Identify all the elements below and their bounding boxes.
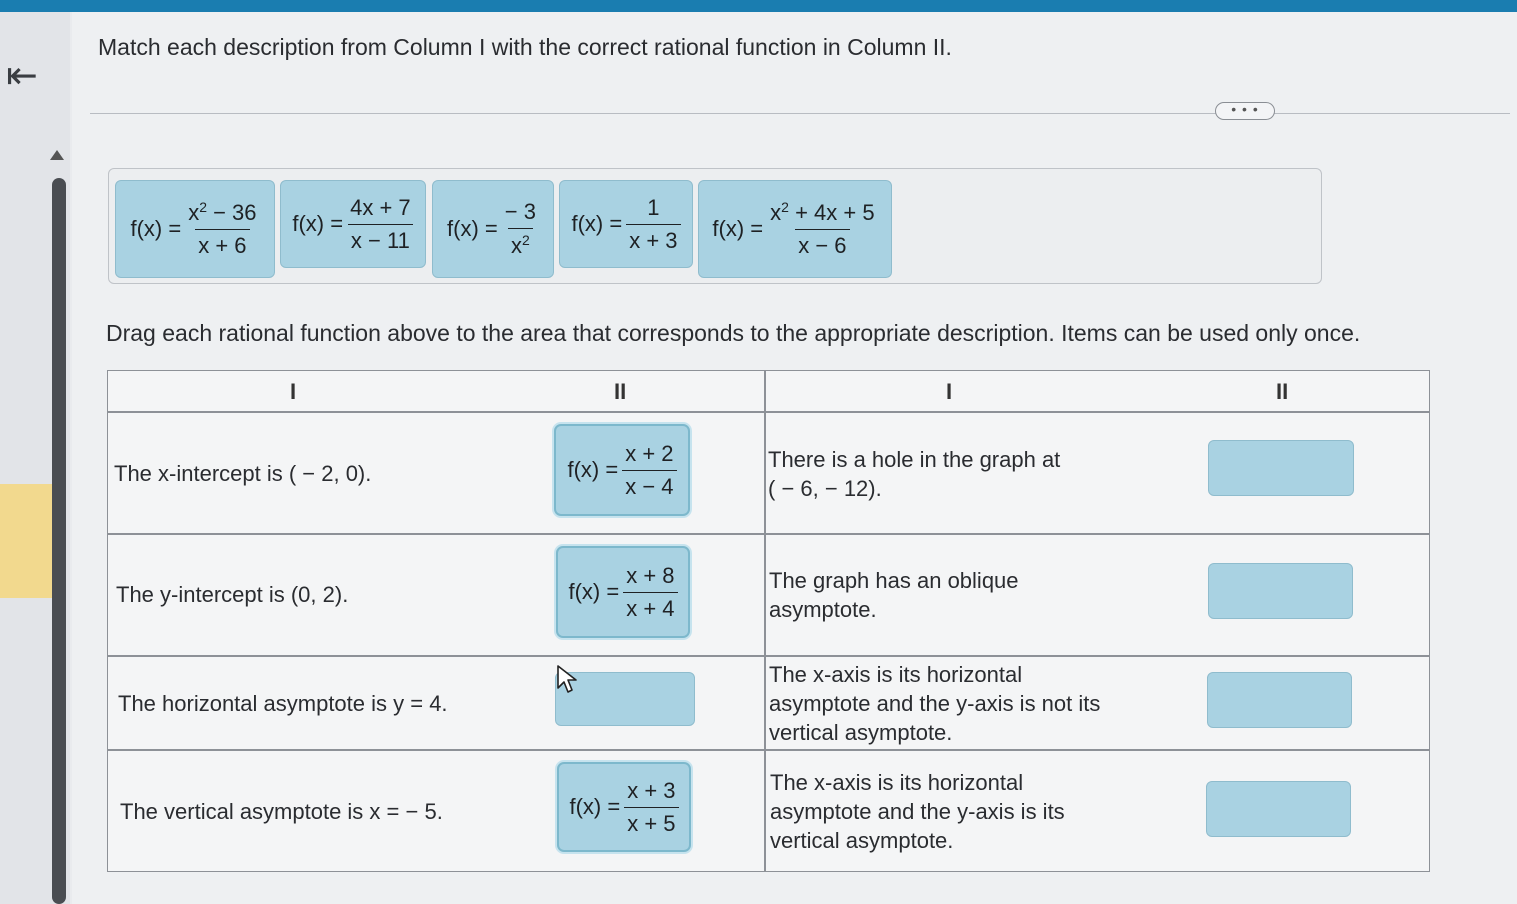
numerator: − 3 <box>504 199 536 224</box>
description-left: The y-intercept is (0, 2). <box>116 582 349 607</box>
function-tile[interactable]: f(x) = 4x + 7 x − 11 <box>280 180 426 268</box>
divider <box>90 113 1510 114</box>
description-line: vertical asymptote. <box>770 828 954 853</box>
function-lhs: f(x) = <box>567 457 619 482</box>
answer-tile[interactable]: f(x) = x + 3 x + 5 <box>557 762 691 852</box>
function-lhs: f(x) = <box>292 211 344 236</box>
function-tile[interactable]: f(x) = 1 x + 3 <box>559 180 693 268</box>
column-divider <box>764 371 766 871</box>
denominator: x + 4 <box>623 591 678 622</box>
function-tile[interactable]: f(x) = x2 − 36 x + 6 <box>115 180 275 278</box>
row-divider <box>108 533 1429 535</box>
exponent: 2 <box>781 199 789 215</box>
drop-zone[interactable] <box>1207 672 1352 728</box>
drop-zone[interactable] <box>1206 781 1351 837</box>
function-tile[interactable]: f(x) = x2 + 4x + 5 x − 6 <box>698 180 892 278</box>
fraction: x2 − 36 x + 6 <box>185 199 259 259</box>
exponent: 2 <box>199 199 207 215</box>
numerator: x2 + 4x + 5 <box>767 199 877 229</box>
description-line: The graph has an oblique <box>769 568 1019 593</box>
header-divider <box>108 411 1429 413</box>
denominator: x2 <box>507 228 533 259</box>
numerator-rest: − 36 <box>206 200 257 225</box>
description-line: asymptote and the y-axis is its <box>770 799 1065 824</box>
side-tab[interactable] <box>0 484 52 598</box>
numerator-base: x <box>770 200 782 225</box>
question-text: Match each description from Column I wit… <box>98 34 952 60</box>
row-divider <box>108 749 1429 751</box>
description-line: There is a hole in the graph at <box>768 447 1061 472</box>
description-left: The horizontal asymptote is y = 4. <box>118 691 448 716</box>
numerator: x + 3 <box>627 777 676 803</box>
row-divider <box>108 655 1429 657</box>
drop-zone[interactable] <box>1208 440 1354 496</box>
denominator: x + 6 <box>195 229 250 259</box>
fraction: − 3 x2 <box>502 199 539 259</box>
description-right: There is a hole in the graph at ( − 6, −… <box>768 445 1060 503</box>
numerator: 4x + 7 <box>350 194 411 220</box>
fraction: x + 3 x + 5 <box>624 777 679 837</box>
instruction-text: Drag each rational function above to the… <box>106 320 1361 346</box>
description-line: The x-axis is its horizontal <box>770 770 1024 795</box>
scroll-up-icon[interactable] <box>50 150 64 160</box>
answer-tile[interactable]: f(x) = x + 2 x − 4 <box>554 424 690 516</box>
top-bar <box>0 0 1517 12</box>
function-lhs: f(x) = <box>571 211 623 236</box>
fraction: x2 + 4x + 5 x − 6 <box>767 199 877 259</box>
function-lhs: f(x) = <box>712 216 764 241</box>
numerator: x + 8 <box>626 562 675 588</box>
numerator: x2 − 36 <box>185 199 259 229</box>
numerator: x + 2 <box>625 440 674 466</box>
description-right: The graph has an oblique asymptote. <box>769 566 1019 624</box>
denominator: x − 4 <box>622 469 677 500</box>
description-line: vertical asymptote. <box>769 720 953 745</box>
description-line: The x-axis is its horizontal <box>769 662 1023 687</box>
column-header-i: I <box>290 379 297 404</box>
description-line: asymptote. <box>769 597 877 622</box>
exponent: 2 <box>521 232 530 248</box>
answer-tile[interactable]: f(x) = x + 8 x + 4 <box>556 546 690 638</box>
denominator: x − 6 <box>795 229 850 259</box>
column-header-ii: II <box>614 379 627 404</box>
function-lhs: f(x) = <box>130 216 182 241</box>
more-button[interactable]: • • • <box>1215 102 1275 120</box>
back-arrow-icon[interactable]: ⇤ <box>6 56 52 96</box>
function-lhs: f(x) = <box>569 794 621 819</box>
fraction: 4x + 7 x − 11 <box>347 195 414 254</box>
function-tile[interactable]: f(x) = − 3 x2 <box>432 180 554 278</box>
mouse-pointer-icon <box>557 665 577 693</box>
function-lhs: f(x) = <box>447 216 498 241</box>
description-left: The x-intercept is ( − 2, 0). <box>114 461 372 486</box>
description-left: The vertical asymptote is x = − 5. <box>120 799 443 824</box>
denominator: x − 11 <box>347 223 413 254</box>
scrollbar[interactable] <box>52 178 66 904</box>
denominator: x + 3 <box>626 223 681 254</box>
numerator: 1 <box>647 194 660 220</box>
fraction: x + 8 x + 4 <box>623 562 678 622</box>
fraction: 1 x + 3 <box>626 194 681 254</box>
column-header-ii: II <box>1276 379 1289 404</box>
description-right: The x-axis is its horizontal asymptote a… <box>770 768 1065 855</box>
numerator-base: x <box>188 200 200 225</box>
numerator-rest: + 4x + 5 <box>788 200 875 225</box>
description-line: asymptote and the y-axis is not its <box>769 691 1101 716</box>
denominator-base: x <box>510 233 522 258</box>
denominator: x + 5 <box>624 806 679 837</box>
column-header-i: I <box>946 379 953 404</box>
function-lhs: f(x) = <box>568 579 620 604</box>
description-line: ( − 6, − 12). <box>768 476 882 501</box>
description-right: The x-axis is its horizontal asymptote a… <box>769 660 1100 747</box>
fraction: x + 2 x − 4 <box>622 440 677 500</box>
drop-zone[interactable] <box>1208 563 1353 619</box>
